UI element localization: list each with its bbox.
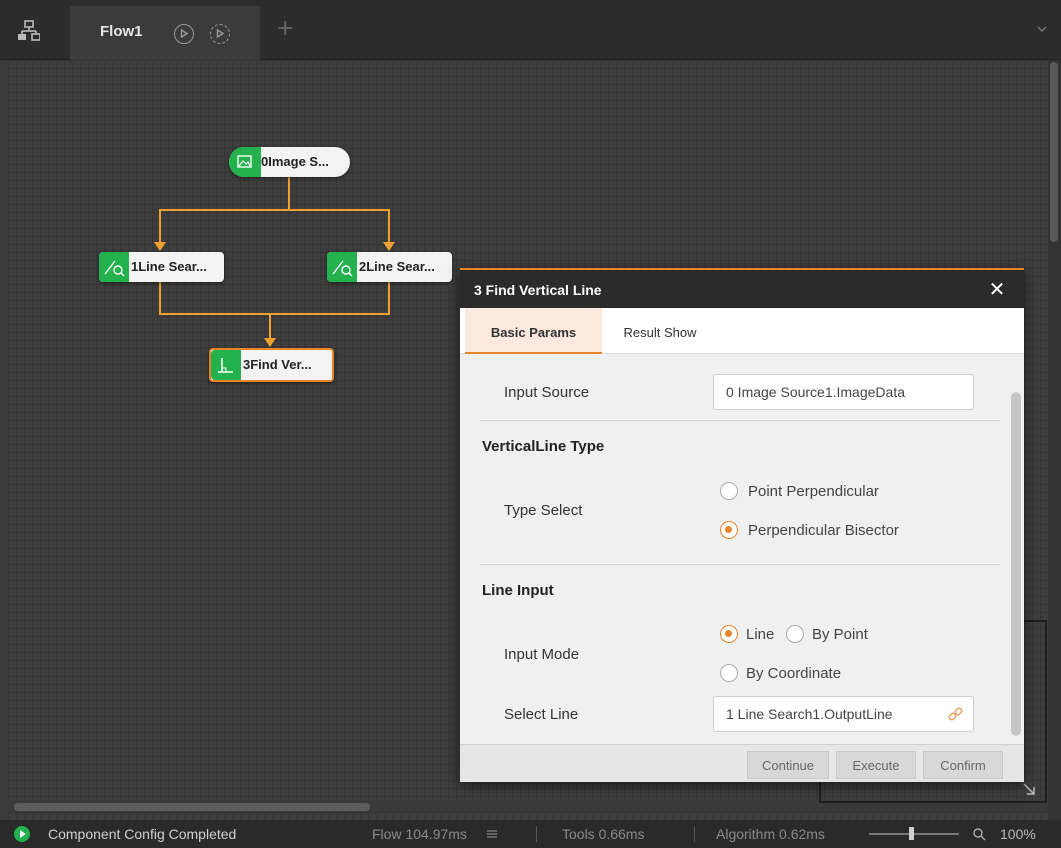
radio-by-coordinate[interactable]: [720, 664, 738, 682]
divider: [536, 826, 537, 842]
dialog-tabs: Basic Params Result Show: [460, 308, 1024, 354]
connector-arrow: [154, 242, 166, 251]
dialog-title: 3 Find Vertical Line: [474, 282, 602, 298]
find-vertical-line-dialog: 3 Find Vertical Line ✕ Basic Params Resu…: [460, 268, 1024, 782]
node-line-search-1[interactable]: 1Line Sear...: [99, 252, 224, 282]
execute-button[interactable]: Execute: [836, 751, 916, 779]
link-icon[interactable]: [947, 705, 965, 723]
image-icon: [229, 147, 261, 177]
divider: [480, 420, 1000, 421]
resize-corner-icon[interactable]: [1022, 782, 1036, 796]
radio-point-perpendicular[interactable]: [720, 482, 738, 500]
node-line-search-2[interactable]: 2Line Sear...: [327, 252, 452, 282]
status-message: Component Config Completed: [48, 826, 237, 842]
divider: [694, 826, 695, 842]
zoom-slider-handle[interactable]: [909, 827, 914, 840]
dialog-header[interactable]: 3 Find Vertical Line ✕: [460, 268, 1024, 308]
radio-label-by-point: By Point: [812, 626, 868, 643]
select-line-field[interactable]: 1 Line Search1.OutputLine: [713, 696, 974, 732]
continue-button[interactable]: Continue: [747, 751, 829, 779]
play-status-icon: [14, 826, 30, 842]
line-search-icon: [327, 252, 357, 282]
zoom-slider[interactable]: [869, 833, 959, 835]
zoom-icon[interactable]: [972, 827, 986, 841]
type-select-label: Type Select: [504, 502, 583, 519]
status-bar: Component Config Completed Flow 104.97ms…: [0, 820, 1061, 848]
node-image-source[interactable]: 0Image S...: [229, 147, 350, 177]
dialog-scrollbar[interactable]: [1011, 392, 1021, 736]
line-search-icon: [99, 252, 129, 282]
divider: [480, 564, 1000, 565]
tools-time: Tools 0.66ms: [562, 826, 645, 842]
input-source-label: Input Source: [504, 384, 590, 401]
zoom-level: 100%: [1000, 826, 1036, 842]
app-window: Flow1 + 0Image S... 1Line Sear... 2Line …: [0, 0, 1061, 848]
radio-label-perpendicular-bisector: Perpendicular Bisector: [748, 522, 899, 539]
radio-line[interactable]: [720, 625, 738, 643]
confirm-button[interactable]: Confirm: [923, 751, 1003, 779]
tab-result-show[interactable]: Result Show: [610, 308, 710, 354]
radio-label-line: Line: [746, 626, 775, 643]
radio-label-point-perpendicular: Point Perpendicular: [748, 483, 879, 500]
algorithm-time: Algorithm 0.62ms: [716, 826, 825, 842]
dialog-footer: Continue Execute Confirm: [460, 744, 1024, 782]
node-label: 3Find Ver...: [243, 357, 312, 372]
connector-arrow: [264, 338, 276, 347]
node-label: 2Line Sear...: [359, 259, 435, 274]
radio-perpendicular-bisector[interactable]: [720, 521, 738, 539]
radio-label-by-coordinate: By Coordinate: [746, 665, 842, 682]
expand-details-icon[interactable]: [486, 828, 498, 840]
close-icon[interactable]: ✕: [986, 278, 1008, 300]
vertical-line-icon: [211, 350, 241, 380]
node-label: 0Image S...: [261, 154, 329, 169]
radio-by-point[interactable]: [786, 625, 804, 643]
tab-basic-params[interactable]: Basic Params: [465, 308, 602, 354]
input-mode-label: Input Mode: [504, 646, 580, 663]
dialog-body: Input Source 0 Image Source1.ImageData V…: [460, 354, 1024, 744]
section-title-line-input: Line Input: [482, 582, 554, 599]
node-label: 1Line Sear...: [131, 259, 207, 274]
connector-arrow: [383, 242, 395, 251]
input-source-field[interactable]: 0 Image Source1.ImageData: [713, 374, 974, 410]
select-line-label: Select Line: [504, 706, 579, 723]
flow-time: Flow 104.97ms: [372, 826, 467, 842]
select-line-value: 1 Line Search1.OutputLine: [726, 706, 893, 722]
node-find-vertical-line[interactable]: 3Find Ver...: [209, 348, 334, 382]
section-title-verticalline-type: VerticalLine Type: [482, 438, 605, 455]
